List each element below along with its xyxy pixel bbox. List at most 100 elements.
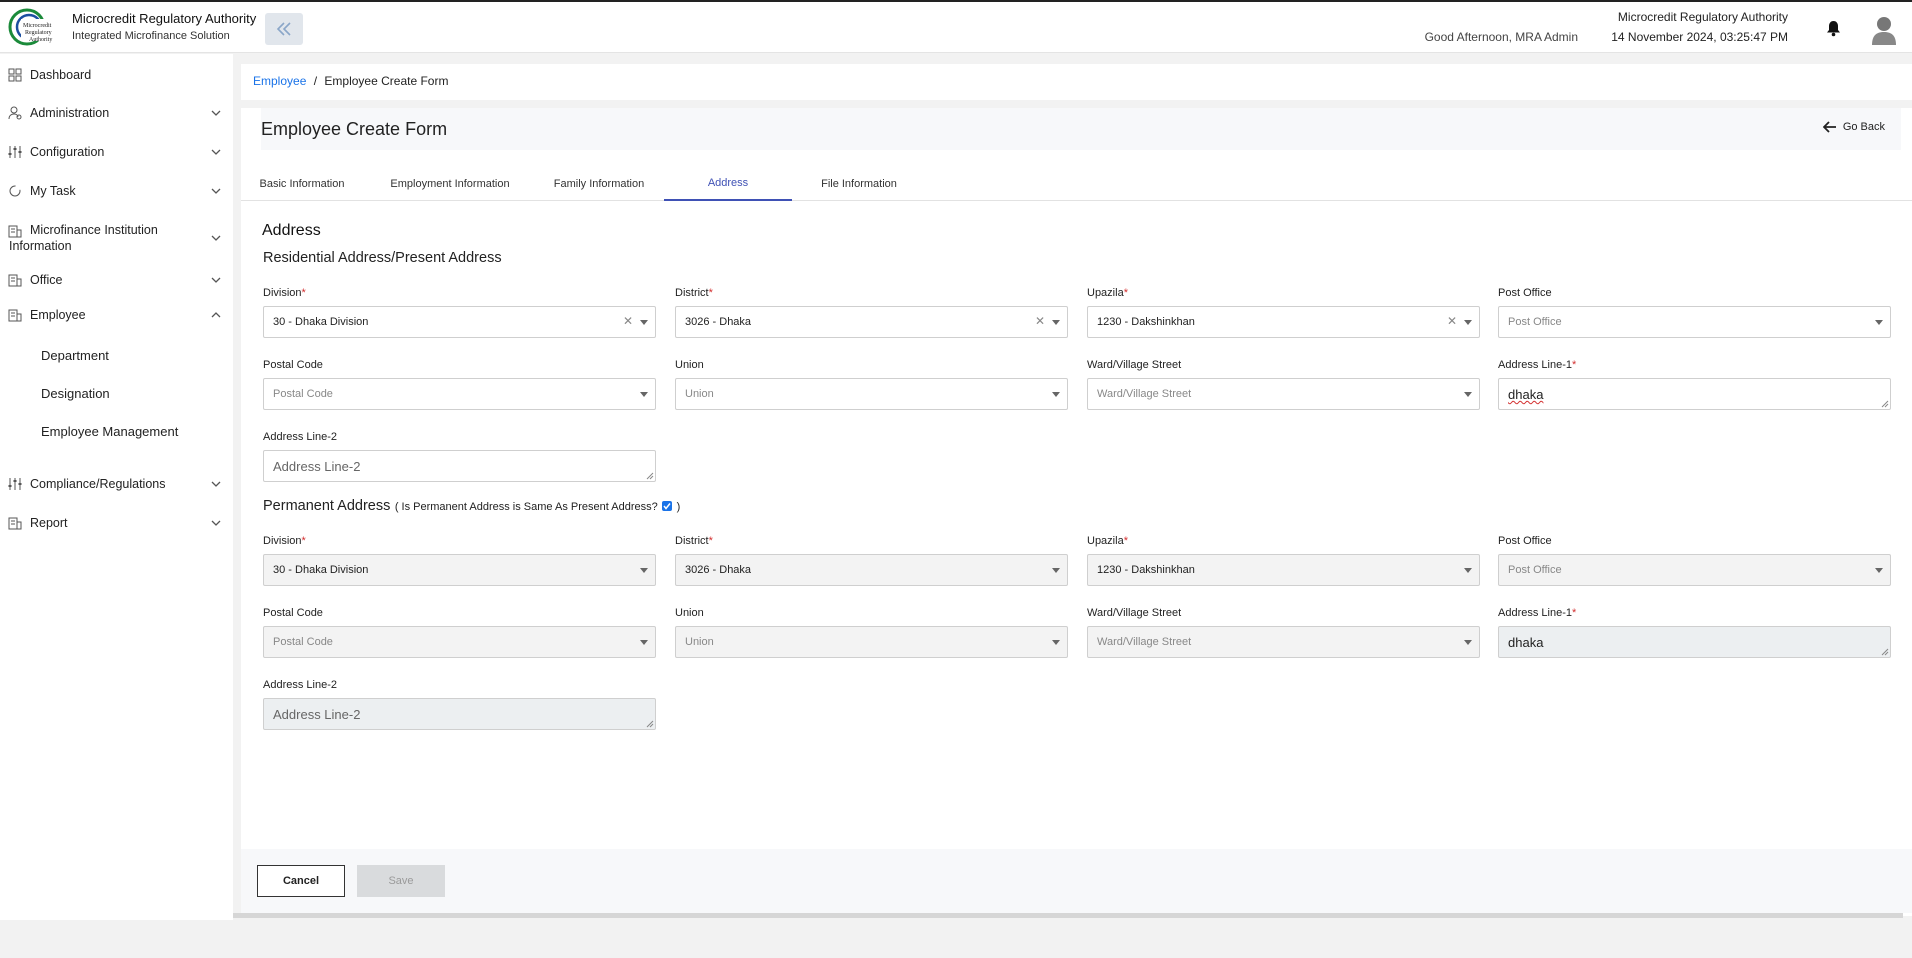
save-button[interactable]: Save	[357, 865, 445, 897]
sidebar-subitem-department[interactable]: Department	[41, 348, 109, 363]
select-placeholder: Postal Code	[273, 636, 333, 648]
notification-bell-icon[interactable]	[1826, 20, 1841, 37]
breadcrumb-current: Employee Create Form	[324, 74, 449, 88]
go-back-label: Go Back	[1842, 121, 1885, 133]
sidebar-item-label: Microfinance Institution Information	[9, 223, 158, 253]
permanent-district-select[interactable]: 3026 - Dhaka	[675, 554, 1068, 586]
form-actions: Cancel Save	[241, 849, 1912, 913]
grid-icon	[8, 68, 22, 82]
sidebar-item-dashboard[interactable]: Dashboard	[0, 64, 233, 86]
sidebar-item-compliance[interactable]: Compliance/Regulations	[0, 473, 233, 495]
present-division-label: Division*	[263, 287, 306, 299]
caret-down-icon	[1464, 640, 1472, 645]
tab-address[interactable]: Address	[664, 166, 792, 201]
permanent-address-title: Permanent Address	[263, 498, 391, 514]
input-value: dhaka	[1508, 635, 1544, 650]
horizontal-scrollbar[interactable]	[233, 913, 1903, 918]
clear-icon[interactable]: ✕	[1035, 314, 1045, 328]
select-placeholder: Union	[685, 388, 714, 400]
breadcrumb-employee-link[interactable]: Employee	[253, 74, 306, 88]
permanent-post-office-label: Post Office	[1498, 535, 1552, 547]
present-address-line1-input[interactable]: dhaka	[1498, 378, 1891, 410]
resize-grip-icon[interactable]	[1881, 400, 1889, 408]
permanent-address-line1-input[interactable]: dhaka	[1498, 626, 1891, 658]
caret-down-icon	[1875, 320, 1883, 325]
caret-down-icon	[1464, 568, 1472, 573]
caret-down-icon	[1052, 392, 1060, 397]
sidebar-item-administration[interactable]: Administration	[0, 102, 233, 124]
same-as-present-text: ( Is Permanent Address is Same As Presen…	[394, 501, 658, 513]
permanent-address-header: Permanent Address ( Is Permanent Address…	[263, 497, 680, 515]
clear-icon[interactable]: ✕	[1447, 314, 1457, 328]
sidebar-item-mfi-information[interactable]: Microfinance Institution Information	[0, 222, 233, 254]
permanent-union-select[interactable]: Union	[675, 626, 1068, 658]
sidebar-item-employee[interactable]: Employee	[0, 304, 233, 326]
permanent-postal-code-select[interactable]: Postal Code	[263, 626, 656, 658]
sidebar-item-report[interactable]: Report	[0, 512, 233, 534]
form-tabs: Basic Information Employment Information…	[241, 166, 1912, 201]
user-avatar-icon[interactable]	[1871, 15, 1897, 45]
user-gear-icon	[8, 106, 22, 120]
brand-subtitle: Integrated Microfinance Solution	[72, 30, 230, 42]
present-district-label: District*	[675, 287, 713, 299]
sliders-icon	[8, 478, 22, 490]
cancel-button[interactable]: Cancel	[257, 865, 345, 897]
building-icon	[8, 309, 22, 322]
tab-employment-information[interactable]: Employment Information	[385, 166, 515, 201]
caret-down-icon	[640, 320, 648, 325]
org-name: Microcredit Regulatory Authority	[1617, 10, 1788, 24]
collapse-sidebar-button[interactable]	[265, 13, 303, 45]
select-value: 30 - Dhaka Division	[273, 564, 369, 576]
chevron-down-icon	[211, 188, 221, 194]
sidebar-subitem-employee-management[interactable]: Employee Management	[41, 424, 178, 439]
caret-down-icon	[1052, 320, 1060, 325]
chevron-up-icon	[211, 312, 221, 318]
tab-basic-information[interactable]: Basic Information	[255, 166, 349, 201]
present-postal-code-label: Postal Code	[263, 359, 323, 371]
input-placeholder: Address Line-2	[273, 707, 361, 722]
present-ward-label: Ward/Village Street	[1087, 359, 1182, 371]
tab-file-information[interactable]: File Information	[809, 166, 909, 201]
select-placeholder: Ward/Village Street	[1097, 636, 1192, 648]
chevron-down-icon	[211, 110, 221, 116]
tab-family-information[interactable]: Family Information	[549, 166, 649, 201]
present-upazila-select[interactable]: 1230 - Dakshinkhan ✕	[1087, 306, 1480, 338]
same-as-present-checkbox[interactable]	[662, 500, 673, 511]
present-address-line2-input[interactable]: Address Line-2	[263, 450, 656, 482]
sidebar-item-configuration[interactable]: Configuration	[0, 141, 233, 163]
select-value: 3026 - Dhaka	[685, 316, 752, 328]
select-placeholder: Post Office	[1508, 564, 1562, 576]
present-district-select[interactable]: 3026 - Dhaka ✕	[675, 306, 1068, 338]
present-postal-code-select[interactable]: Postal Code	[263, 378, 656, 410]
sidebar-item-label: Configuration	[30, 145, 105, 159]
permanent-division-select[interactable]: 30 - Dhaka Division	[263, 554, 656, 586]
resize-grip-icon[interactable]	[646, 720, 654, 728]
permanent-post-office-select[interactable]: Post Office	[1498, 554, 1891, 586]
sidebar-item-label: Administration	[30, 106, 110, 120]
sidebar-item-label: Report	[30, 516, 68, 530]
present-post-office-select[interactable]: Post Office	[1498, 306, 1891, 338]
present-ward-select[interactable]: Ward/Village Street	[1087, 378, 1480, 410]
permanent-upazila-label: Upazila*	[1087, 535, 1128, 547]
permanent-ward-select[interactable]: Ward/Village Street	[1087, 626, 1480, 658]
permanent-upazila-select[interactable]: 1230 - Dakshinkhan	[1087, 554, 1480, 586]
input-placeholder: Address Line-2	[273, 459, 361, 474]
sidebar-item-office[interactable]: Office	[0, 269, 233, 291]
present-union-select[interactable]: Union	[675, 378, 1068, 410]
present-division-select[interactable]: 30 - Dhaka Division ✕	[263, 306, 656, 338]
chevron-down-icon	[211, 481, 221, 487]
svg-text:Authority: Authority	[29, 37, 52, 43]
select-placeholder: Post Office	[1508, 316, 1562, 328]
select-placeholder: Ward/Village Street	[1097, 388, 1192, 400]
clear-icon[interactable]: ✕	[623, 314, 633, 328]
permanent-address-line2-input[interactable]: Address Line-2	[263, 698, 656, 730]
sidebar-item-label: My Task	[30, 184, 76, 198]
resize-grip-icon[interactable]	[646, 472, 654, 480]
input-value: dhaka	[1508, 387, 1544, 402]
sidebar-subitem-designation[interactable]: Designation	[41, 386, 110, 401]
resize-grip-icon[interactable]	[1881, 648, 1889, 656]
sidebar-item-my-task[interactable]: My Task	[0, 180, 233, 202]
chevron-down-icon	[211, 235, 221, 241]
go-back-button[interactable]: Go Back	[1822, 121, 1885, 133]
caret-down-icon	[1464, 392, 1472, 397]
